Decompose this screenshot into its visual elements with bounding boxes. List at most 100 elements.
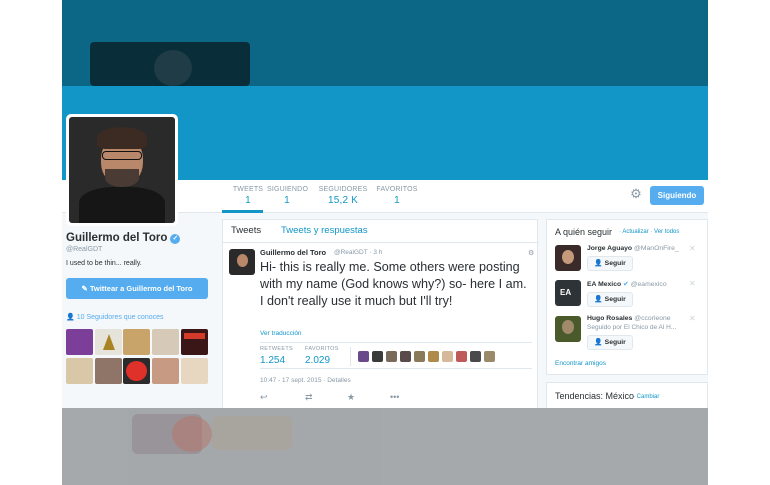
dismiss-icon[interactable]: ✕ [689, 244, 696, 253]
suggestion-context: Seguido por El Chico de Al H... [587, 324, 677, 331]
favoriter-avatar[interactable] [358, 351, 369, 362]
retweets-label: RETWEETS [260, 346, 293, 352]
verified-badge-icon: ✔ [623, 281, 629, 288]
suggestion-name-line[interactable]: EA Mexico ✔ @eamexico [587, 280, 667, 288]
dismiss-icon[interactable]: ✕ [689, 314, 696, 323]
tweet-to-user-button[interactable]: ✎ Twittear a Guillermo del Toro [66, 278, 208, 299]
follow-button[interactable]: 👤 Seguir [587, 292, 633, 307]
change-trends-link[interactable]: · Cambiar [633, 394, 659, 400]
nav-stat-value: 15,2 K [327, 195, 359, 206]
avatar-photo [69, 117, 175, 223]
star-icon[interactable]: ★ [347, 392, 355, 403]
profile-handle[interactable]: @RealGDT [66, 246, 102, 253]
following-button[interactable]: Siguiendo [650, 186, 704, 205]
tweet-timeline: Tweets Tweets y respuestas Guillermo del… [222, 219, 539, 409]
tweet-options-icon[interactable]: ⚙ [528, 249, 534, 257]
nav-stat-value: 1 [245, 195, 251, 206]
nav-stat-tweets[interactable]: TWEETS 1 [228, 186, 268, 206]
suggestion-name: EA Mexico [587, 281, 622, 288]
suggestion-handle: @ManOnFire_ [633, 245, 679, 252]
suggestion-handle: @ccorleone [634, 315, 671, 322]
reply-icon[interactable]: ↩ [260, 392, 268, 403]
favoriter-avatar[interactable] [470, 351, 481, 362]
profile-bio: I used to be thin... really. [66, 260, 142, 267]
suggestion-name-line[interactable]: Jorge Aguayo @ManOnFire_ [587, 245, 679, 252]
tweet-author-name[interactable]: Guillermo del Toro [260, 248, 326, 257]
profile-avatar[interactable] [66, 114, 178, 226]
avatar-shape [562, 250, 574, 264]
tweet-text: Hi- this is really me. Some others were … [260, 260, 527, 308]
view-all-link[interactable]: Ver todos [654, 229, 679, 235]
favoriter-avatar[interactable] [484, 351, 495, 362]
suggestion-avatar[interactable]: EA [555, 280, 581, 306]
follow-label: Seguir [604, 296, 626, 303]
suggestion-name-line[interactable]: Hugo Rosales @ccorleone [587, 315, 671, 322]
profile-name[interactable]: Guillermo del Toro ✓ [66, 232, 181, 244]
refresh-link[interactable]: Actualizar [622, 229, 648, 235]
tweet-author-avatar[interactable] [229, 249, 255, 275]
tweet-to-label: Twittear a Guillermo del Toro [89, 284, 193, 293]
follow-button[interactable]: 👤 Seguir [587, 335, 633, 350]
who-to-follow-title: A quién seguir [555, 227, 613, 237]
favoriter-avatar[interactable] [456, 351, 467, 362]
follower-thumbnail[interactable] [123, 358, 150, 384]
retweets-count[interactable]: 1.254 [260, 355, 285, 366]
find-friends-link[interactable]: Encontrar amigos [555, 360, 606, 367]
thumbnail-shape [103, 334, 115, 350]
suggestion-avatar[interactable] [555, 245, 581, 271]
follower-thumbnail[interactable] [123, 329, 150, 355]
tweet-age[interactable]: 3 h [373, 249, 382, 256]
nav-stat-following[interactable]: SIGUIENDO 1 [267, 186, 308, 206]
dismiss-icon[interactable]: ✕ [689, 279, 696, 288]
stats-divider [350, 347, 351, 366]
add-user-icon: 👤 [594, 296, 603, 303]
blurred-header-photo [154, 50, 192, 86]
follower-thumbnail[interactable] [181, 358, 208, 384]
suggestion-name: Jorge Aguayo [587, 245, 633, 252]
avatar-shape [79, 187, 165, 223]
who-to-follow-module: A quién seguir · Actualizar · Ver todos … [546, 219, 708, 375]
timeline-divider [223, 242, 539, 243]
follower-thumbnail[interactable] [66, 329, 93, 355]
follower-thumbnail[interactable] [95, 329, 122, 355]
tweet-datetime[interactable]: 10:47 - 17 sept. 2015 [260, 377, 321, 384]
translate-link[interactable]: Ver traducción [260, 330, 302, 337]
details-link[interactable]: Detalles [327, 377, 350, 384]
follower-thumbnail[interactable] [152, 358, 179, 384]
favoriter-avatar[interactable] [428, 351, 439, 362]
avatar-shape [562, 320, 574, 334]
followers-you-know-label: 10 Seguidores que conoces [76, 314, 164, 321]
favoriter-avatar[interactable] [442, 351, 453, 362]
favoriter-avatar[interactable] [400, 351, 411, 362]
follower-thumbnail[interactable] [181, 329, 208, 355]
more-icon[interactable]: ••• [390, 392, 399, 402]
gear-icon[interactable]: ⚙ [629, 187, 643, 201]
retweet-icon[interactable]: ⇄ [305, 392, 313, 403]
who-to-follow-links: · Actualizar · Ver todos [619, 229, 680, 235]
nav-stat-label: FAVORITOS [376, 186, 418, 193]
ea-logo-icon: EA [560, 288, 572, 297]
tab-tweets-and-replies[interactable]: Tweets y respuestas [281, 225, 368, 236]
follow-label: Seguir [604, 260, 626, 267]
person-icon: 👤 [66, 314, 75, 321]
tab-tweets[interactable]: Tweets [231, 225, 261, 236]
nav-stat-followers[interactable]: SEGUIDORES 15,2 K [318, 186, 368, 206]
blurred-overlay [62, 408, 708, 485]
favorites-count[interactable]: 2.029 [305, 355, 330, 366]
blurred-shape [172, 416, 212, 452]
tweet-author-handle[interactable]: @RealGDT [334, 249, 368, 256]
nav-stat-favorites[interactable]: FAVORITOS 1 [373, 186, 421, 206]
follower-thumbnail[interactable] [95, 358, 122, 384]
nav-stat-value: 1 [284, 195, 290, 206]
favoriter-avatar[interactable] [414, 351, 425, 362]
add-user-icon: 👤 [594, 339, 603, 346]
suggestion-avatar[interactable] [555, 316, 581, 342]
nav-stat-label: SEGUIDORES [318, 186, 368, 193]
favoriter-avatar[interactable] [372, 351, 383, 362]
follower-thumbnail[interactable] [66, 358, 93, 384]
follower-thumbnail[interactable] [152, 329, 179, 355]
follow-button[interactable]: 👤 Seguir [587, 256, 633, 271]
followers-you-know-link[interactable]: 👤 10 Seguidores que conoces [66, 313, 164, 321]
favoriter-avatar[interactable] [386, 351, 397, 362]
avatar-shape [102, 151, 142, 160]
